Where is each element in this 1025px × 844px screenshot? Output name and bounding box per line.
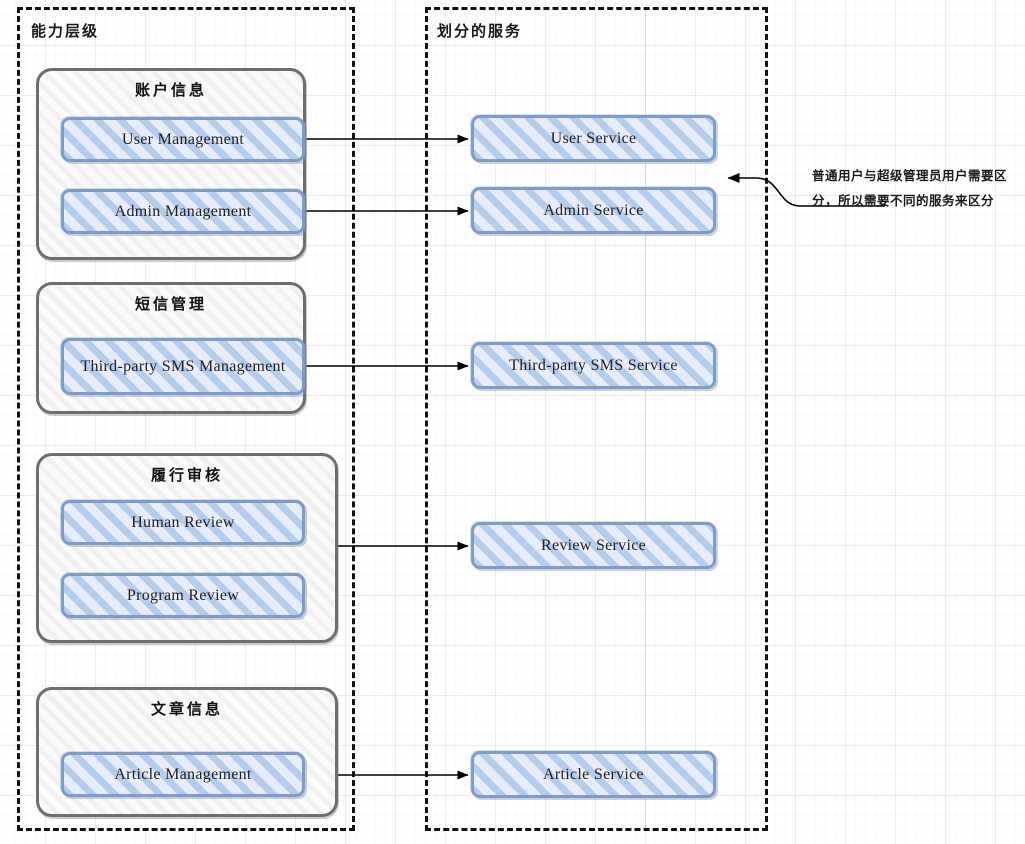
- box-article-management[interactable]: Article Management: [61, 752, 305, 797]
- box-review-service[interactable]: Review Service: [471, 522, 716, 569]
- box-review-service-label: Review Service: [540, 536, 647, 554]
- group-account-title: 账户信息: [134, 83, 207, 99]
- box-human-review[interactable]: Human Review: [61, 500, 305, 545]
- box-admin-management[interactable]: Admin Management: [61, 189, 305, 234]
- box-article-service[interactable]: Article Service: [471, 751, 716, 798]
- group-review-title: 履行审核: [150, 468, 223, 484]
- box-admin-management-label: Admin Management: [114, 202, 252, 220]
- box-program-review-label: Program Review: [126, 586, 240, 604]
- box-user-management-label: User Management: [121, 130, 245, 148]
- box-user-management[interactable]: User Management: [61, 117, 305, 162]
- box-admin-service[interactable]: Admin Service: [471, 187, 716, 234]
- annotation-note: 普通用户与超级管理员用户需要区 分，所以需要不同的服务来区分: [812, 169, 1008, 208]
- box-third-party-sms-service-label: Third-party SMS Service: [509, 356, 678, 374]
- lane-capability-label: 能力层级: [31, 24, 100, 40]
- box-program-review[interactable]: Program Review: [61, 573, 305, 618]
- box-article-management-label: Article Management: [114, 765, 252, 783]
- lane-service-label: 划分的服务: [437, 24, 523, 40]
- box-user-service-label: User Service: [550, 129, 637, 147]
- box-third-party-sms-management[interactable]: Third-party SMS Management: [61, 338, 305, 395]
- box-article-service-label: Article Service: [543, 765, 644, 783]
- box-user-service[interactable]: User Service: [471, 115, 716, 162]
- group-article-title: 文章信息: [150, 702, 223, 718]
- box-third-party-sms-service[interactable]: Third-party SMS Service: [471, 342, 716, 389]
- diagram-canvas: 能力层级 划分的服务 账户信息 User Management Admin Ma…: [0, 0, 1025, 844]
- box-admin-service-label: Admin Service: [543, 201, 644, 219]
- group-sms-title: 短信管理: [134, 297, 207, 313]
- box-human-review-label: Human Review: [131, 513, 235, 531]
- box-third-party-sms-management-label: Third-party SMS Management: [80, 357, 286, 375]
